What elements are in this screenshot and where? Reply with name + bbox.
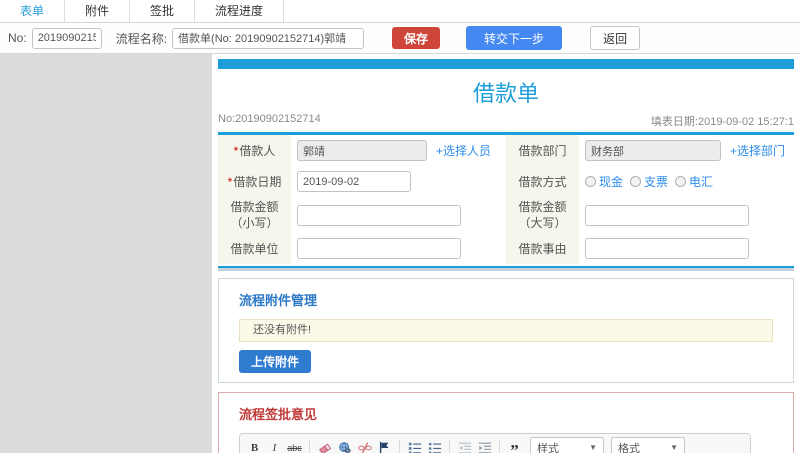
loan-unit-label: 借款单位 xyxy=(218,233,291,264)
blockquote-icon[interactable]: ” xyxy=(506,439,523,453)
loan-method-options: 现金 支票 电汇 xyxy=(579,166,794,197)
page-background: 借款单 No:20190902152714 填表日期:2019-09-02 15… xyxy=(0,54,800,453)
sign-opinion-panel: 流程签批意见 B I abc ” 样式 ▼ 格式 ▼ xyxy=(218,392,794,453)
forward-next-step-button[interactable]: 转交下一步 xyxy=(466,26,563,50)
bold-icon[interactable]: B xyxy=(246,439,263,453)
amount-lower-input[interactable] xyxy=(297,204,461,226)
loan-date-label: *借款日期 xyxy=(218,166,291,197)
amount-upper-label: 借款金额（大写） xyxy=(506,197,579,233)
chevron-down-icon: ▼ xyxy=(589,443,597,452)
radio-cash[interactable]: 现金 xyxy=(585,173,623,190)
indent-icon[interactable] xyxy=(476,439,493,453)
borrower-input[interactable] xyxy=(297,140,427,161)
fill-date: 填表日期:2019-09-02 15:27:1 xyxy=(650,116,794,128)
toolbar-separator xyxy=(449,439,450,453)
chevron-down-icon: ▼ xyxy=(670,443,678,452)
styles-dropdown[interactable]: 样式 ▼ xyxy=(530,437,604,453)
toolbar-separator xyxy=(499,439,500,453)
amount-upper-input[interactable] xyxy=(585,204,749,226)
select-person-link[interactable]: +选择人员 xyxy=(436,142,491,159)
italic-icon[interactable]: I xyxy=(266,439,283,453)
select-department-link[interactable]: +选择部门 xyxy=(730,142,785,159)
unlink-icon[interactable] xyxy=(356,439,373,453)
main-panel: 借款单 No:20190902152714 填表日期:2019-09-02 15… xyxy=(212,54,800,453)
numbered-list-icon[interactable] xyxy=(406,439,423,453)
borrower-label: *借款人 xyxy=(218,135,291,166)
amount-lower-label: 借款金额（小写） xyxy=(218,197,291,233)
loan-unit-input[interactable] xyxy=(297,238,461,259)
flow-name-input[interactable] xyxy=(172,27,365,49)
strikethrough-icon[interactable]: abc xyxy=(286,439,303,453)
department-input[interactable] xyxy=(585,140,721,161)
tab-progress[interactable]: 流程进度 xyxy=(195,0,285,22)
editor-toolbar: B I abc ” 样式 ▼ 格式 ▼ xyxy=(240,434,750,453)
toolbar-separator xyxy=(399,439,400,453)
radio-icon xyxy=(675,176,687,187)
format-dropdown[interactable]: 格式 ▼ xyxy=(611,437,685,453)
flag-icon[interactable] xyxy=(376,439,393,453)
save-button[interactable]: 保存 xyxy=(392,27,441,49)
tab-attachment[interactable]: 附件 xyxy=(65,0,131,22)
toolbar-separator xyxy=(309,439,310,453)
loan-method-label: 借款方式 xyxy=(506,166,579,197)
form-row-4: 借款单位 借款事由 xyxy=(218,233,794,264)
no-input[interactable] xyxy=(31,27,102,49)
no-label: No: xyxy=(8,31,27,45)
form-row-2: *借款日期 借款方式 现金 支票 电汇 xyxy=(218,166,794,197)
form-title: 借款单 xyxy=(472,81,539,106)
tab-form[interactable]: 表单 xyxy=(0,0,66,22)
attachment-heading: 流程附件管理 xyxy=(239,293,318,308)
form-row-1: *借款人 +选择人员 借款部门 +选择部门 xyxy=(218,135,794,166)
flow-name-label: 流程名称: xyxy=(115,31,168,46)
form-row-3: 借款金额（小写） 借款金额（大写） xyxy=(218,197,794,233)
no-attachment-alert: 还没有附件! xyxy=(239,319,773,342)
remove-format-icon[interactable] xyxy=(316,439,333,453)
form-header-bar xyxy=(218,59,794,69)
radio-icon xyxy=(630,176,642,187)
tab-sign[interactable]: 签批 xyxy=(130,0,196,22)
upload-attachment-button[interactable]: 上传附件 xyxy=(239,350,312,373)
loan-reason-label: 借款事由 xyxy=(506,233,579,264)
radio-cheque[interactable]: 支票 xyxy=(630,173,668,190)
section-divider-bar xyxy=(218,266,794,271)
department-label: 借款部门 xyxy=(506,135,579,166)
radio-wire[interactable]: 电汇 xyxy=(675,173,713,190)
loan-form-table: *借款人 +选择人员 借款部门 +选择部门 *借款日期 xyxy=(218,132,794,264)
form-meta-row: No:20190902152714 填表日期:2019-09-02 15:27:… xyxy=(218,113,794,129)
loan-reason-input[interactable] xyxy=(585,238,749,259)
tab-bar: 表单 附件 签批 流程进度 xyxy=(0,0,800,23)
attachment-panel: 流程附件管理 还没有附件! 上传附件 xyxy=(218,278,794,383)
back-button[interactable]: 返回 xyxy=(590,26,641,50)
action-toolbar: No: 流程名称: 保存 转交下一步 返回 xyxy=(0,23,800,54)
loan-date-input[interactable] xyxy=(297,171,411,192)
required-mark: * xyxy=(233,143,239,158)
link-icon[interactable] xyxy=(336,439,353,453)
rich-text-editor: B I abc ” 样式 ▼ 格式 ▼ xyxy=(239,433,751,453)
required-mark: * xyxy=(227,174,233,189)
sign-opinion-heading: 流程签批意见 xyxy=(239,407,318,422)
radio-icon xyxy=(585,176,596,187)
bulleted-list-icon[interactable] xyxy=(426,439,443,453)
outdent-icon[interactable] xyxy=(456,439,473,453)
doc-number: No:20190902152714 xyxy=(218,113,321,125)
